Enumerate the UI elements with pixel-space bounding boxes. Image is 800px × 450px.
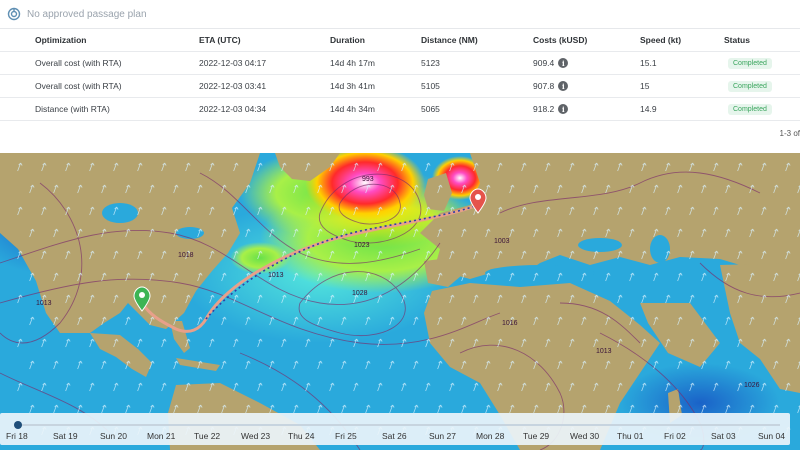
- status-cell: Completed: [724, 98, 772, 120]
- optimization-table: Optimization ETA (UTC) Duration Distance…: [0, 29, 800, 121]
- eta-cell: 2022-12-03 04:34: [199, 104, 267, 114]
- cost-cell: 909.4 i: [533, 52, 569, 74]
- isobar-label: 993: [362, 176, 374, 183]
- timeline-day[interactable]: Tue 29: [523, 431, 549, 441]
- weather-map[interactable]: 993 1023 1028 1013 1018 1003 1013 1016 1…: [0, 153, 800, 450]
- speed-cell: 15.1: [640, 58, 657, 68]
- status-badge: Completed: [728, 80, 772, 92]
- info-icon[interactable]: i: [558, 104, 569, 114]
- timeline-track[interactable]: [18, 424, 780, 426]
- passage-plan-icon: [7, 7, 21, 21]
- status-badge: Completed: [728, 103, 772, 115]
- distance-cell: 5105: [421, 81, 440, 91]
- isobar-label: 1016: [502, 320, 518, 327]
- timeline-day[interactable]: Sun 27: [429, 431, 456, 441]
- col-distance[interactable]: Distance (NM): [421, 29, 478, 51]
- isobar-label: 1013: [268, 272, 284, 279]
- isobar-label: 1023: [354, 242, 370, 249]
- speed-cell: 15: [640, 81, 650, 91]
- timeline-day[interactable]: Thu 01: [617, 431, 643, 441]
- timeline-day[interactable]: Mon 21: [147, 431, 175, 441]
- timeline-day[interactable]: Fri 25: [335, 431, 357, 441]
- optimization-cell: Overall cost (with RTA): [35, 81, 122, 91]
- duration-cell: 14d 4h 17m: [330, 58, 375, 68]
- eta-cell: 2022-12-03 04:17: [199, 58, 267, 68]
- timeline-day[interactable]: Fri 02: [664, 431, 686, 441]
- duration-cell: 14d 3h 41m: [330, 81, 375, 91]
- timeline-day[interactable]: Wed 30: [570, 431, 599, 441]
- map-canvas[interactable]: 993 1023 1028 1013 1018 1003 1013 1016 1…: [0, 153, 800, 450]
- col-status[interactable]: Status: [724, 29, 750, 51]
- optimization-cell: Distance (with RTA): [35, 104, 110, 114]
- cost-cell: 918.2 i: [533, 98, 569, 120]
- timeline-day[interactable]: Sat 26: [382, 431, 407, 441]
- table-row[interactable]: Overall cost (with RTA) 2022-12-03 03:41…: [0, 75, 800, 98]
- col-eta[interactable]: ETA (UTC): [199, 29, 241, 51]
- col-speed[interactable]: Speed (kt): [640, 29, 681, 51]
- distance-cell: 5065: [421, 104, 440, 114]
- isobar-label: 1013: [596, 348, 612, 355]
- isobar-label: 1003: [494, 238, 510, 245]
- timeline-day[interactable]: Mon 28: [476, 431, 504, 441]
- cost-cell: 907.8 i: [533, 75, 569, 97]
- timeline-day[interactable]: Sun 04: [758, 431, 785, 441]
- cost-value: 909.4: [533, 58, 555, 68]
- timeline-day[interactable]: Fri 18: [6, 431, 28, 441]
- timeline-day[interactable]: Sat 19: [53, 431, 78, 441]
- timeline-day[interactable]: Wed 23: [241, 431, 270, 441]
- speed-cell: 14.9: [640, 104, 657, 114]
- timeline-day[interactable]: Sun 20: [100, 431, 127, 441]
- info-icon[interactable]: i: [558, 81, 569, 91]
- col-costs[interactable]: Costs (kUSD): [533, 29, 587, 51]
- timeline-day[interactable]: Tue 22: [194, 431, 220, 441]
- table-row[interactable]: Distance (with RTA) 2022-12-03 04:34 14d…: [0, 98, 800, 121]
- status-cell: Completed: [724, 52, 772, 74]
- table-row[interactable]: Overall cost (with RTA) 2022-12-03 04:17…: [0, 52, 800, 75]
- forecast-timeline[interactable]: Fri 18 Sat 19 Sun 20 Mon 21 Tue 22 Wed 23 Thu …: [0, 413, 790, 445]
- col-duration[interactable]: Duration: [330, 29, 365, 51]
- passage-plan-label: No approved passage plan: [27, 8, 147, 20]
- col-optimization[interactable]: Optimization: [35, 29, 86, 51]
- eta-cell: 2022-12-03 03:41: [199, 81, 267, 91]
- cost-value: 918.2: [533, 104, 555, 114]
- status-cell: Completed: [724, 75, 772, 97]
- duration-cell: 14d 4h 34m: [330, 104, 375, 114]
- timeline-handle[interactable]: [14, 421, 22, 429]
- info-icon[interactable]: i: [558, 58, 569, 68]
- isobar-label: 1018: [178, 252, 194, 259]
- passage-plan-bar: No approved passage plan: [0, 0, 800, 29]
- timeline-day[interactable]: Sat 03: [711, 431, 736, 441]
- status-badge: Completed: [728, 57, 772, 69]
- optimization-cell: Overall cost (with RTA): [35, 58, 122, 68]
- isobar-label: 1013: [36, 300, 52, 307]
- table-header: Optimization ETA (UTC) Duration Distance…: [0, 29, 800, 52]
- distance-cell: 5123: [421, 58, 440, 68]
- timeline-day[interactable]: Thu 24: [288, 431, 314, 441]
- pagination-label: 1-3 of: [779, 129, 800, 138]
- isobar-label: 1028: [352, 290, 368, 297]
- isobar-label: 1026: [744, 382, 760, 389]
- cost-value: 907.8: [533, 81, 555, 91]
